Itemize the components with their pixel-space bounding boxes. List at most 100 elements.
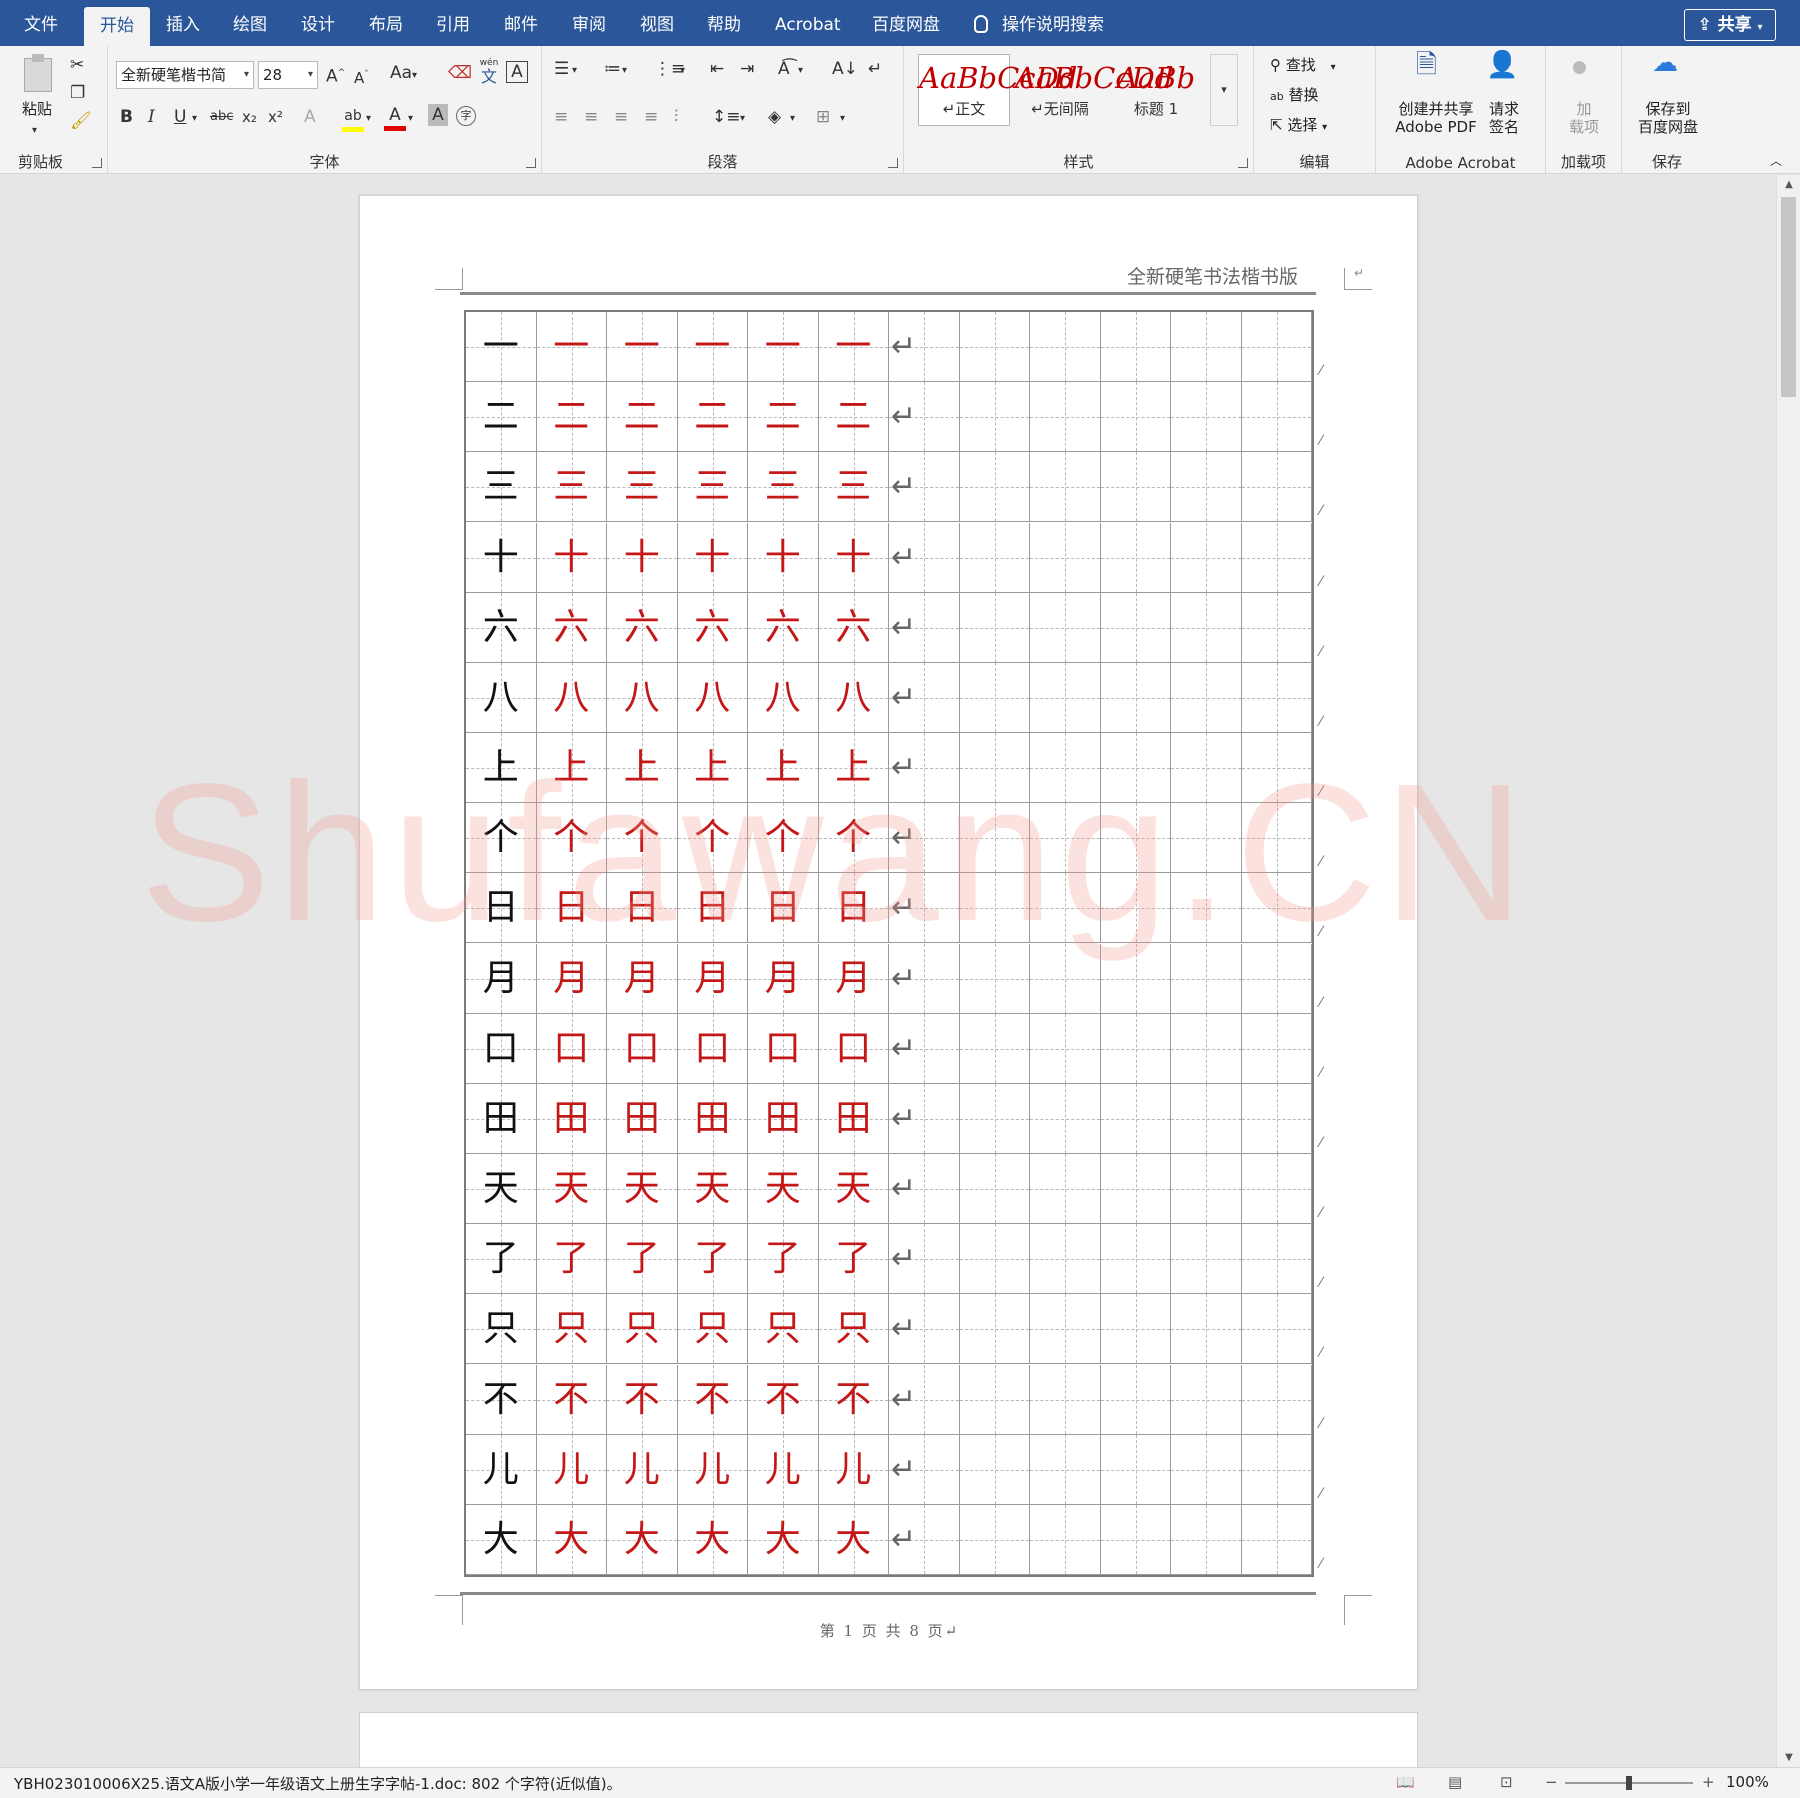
grid-cell[interactable] (1171, 1013, 1242, 1083)
tab-view[interactable]: 视图 (640, 0, 674, 46)
addins-button[interactable]: 加载项 (1564, 100, 1604, 136)
grid-cell[interactable] (1100, 312, 1171, 382)
grid-cell[interactable] (1241, 1083, 1312, 1153)
grid-cell[interactable] (1100, 452, 1171, 522)
grid-cell[interactable] (1100, 1364, 1171, 1434)
chevron-down-icon[interactable]: ▾ (192, 108, 197, 130)
grid-cell[interactable] (959, 943, 1030, 1013)
zoom-in-button[interactable]: + (1702, 1773, 1715, 1791)
superscript-button[interactable]: x² (268, 106, 283, 128)
grid-cell[interactable] (1030, 1364, 1101, 1434)
grid-cell[interactable]: 十 (748, 522, 819, 592)
grid-cell[interactable]: 大 (466, 1504, 537, 1574)
grid-cell[interactable]: 月 (748, 943, 819, 1013)
grid-cell[interactable]: 只 (818, 1294, 889, 1364)
page[interactable]: 全新硬笔书法楷书版 ↵ 一一一一一一 ↵ ⁄ 二二二二二二 ↵ ⁄ 三三三三三三 ↵ ⁄ 十十十十… (359, 195, 1418, 1690)
align-center-icon[interactable]: ≡ (584, 106, 598, 128)
grid-cell[interactable] (1171, 1504, 1242, 1574)
grid-cell[interactable]: 三 (748, 452, 819, 522)
grid-cell[interactable] (959, 382, 1030, 452)
grid-cell[interactable] (1171, 522, 1242, 592)
grid-cell[interactable]: 十 (677, 522, 748, 592)
grid-cell[interactable]: 月 (466, 943, 537, 1013)
change-case-button[interactable]: Aa▾ (390, 62, 417, 87)
italic-button[interactable]: I (148, 106, 155, 128)
grid-cell[interactable]: 只 (607, 1294, 678, 1364)
grid-cell[interactable]: 个 (607, 803, 678, 873)
grid-cell[interactable]: 十 (466, 522, 537, 592)
justify-icon[interactable]: ≡ (644, 106, 658, 128)
grid-cell[interactable] (1030, 522, 1101, 592)
grid-cell[interactable]: 不 (466, 1364, 537, 1434)
phonetic-guide-button[interactable]: wén 文 (476, 56, 502, 85)
grid-cell[interactable] (1100, 943, 1171, 1013)
grid-cell[interactable] (1171, 803, 1242, 873)
grid-cell[interactable] (959, 1224, 1030, 1294)
replace-button[interactable]: ab 替换 (1270, 86, 1319, 106)
grid-cell[interactable]: 只 (536, 1294, 607, 1364)
grid-cell[interactable] (1100, 1013, 1171, 1083)
grid-cell[interactable] (1100, 803, 1171, 873)
grid-cell[interactable]: 儿 (748, 1434, 819, 1504)
status-text[interactable]: YBH023010006X25.语文A版小学一年级语文上册生字字帖-1.doc:… (14, 1773, 622, 1794)
grid-cell[interactable]: 天 (536, 1154, 607, 1224)
font-color-button[interactable]: A (384, 104, 406, 131)
grid-cell[interactable]: 月 (607, 943, 678, 1013)
grid-cell[interactable] (1030, 873, 1101, 943)
grid-cell[interactable]: 上 (536, 733, 607, 803)
grid-cell[interactable]: 八 (818, 662, 889, 732)
request-signature-button[interactable]: 请求 签名 (1486, 100, 1522, 136)
grid-cell[interactable] (1030, 803, 1101, 873)
line-spacing-icon[interactable]: ↕≡ (712, 106, 741, 128)
grid-cell[interactable]: 口 (536, 1013, 607, 1083)
grid-cell[interactable]: 六 (677, 592, 748, 662)
grid-cell[interactable] (959, 1013, 1030, 1083)
tab-layout[interactable]: 布局 (369, 0, 403, 46)
distributed-icon[interactable]: ⫶ (674, 106, 678, 128)
grid-cell[interactable] (959, 1504, 1030, 1574)
grid-cell[interactable]: 三 (536, 452, 607, 522)
grid-cell[interactable] (1100, 873, 1171, 943)
highlight-color-button[interactable]: ab (342, 104, 364, 132)
grid-cell[interactable]: 个 (466, 803, 537, 873)
grow-font-icon[interactable]: A^ (326, 62, 345, 88)
tab-review[interactable]: 审阅 (572, 0, 606, 46)
styles-more-icon[interactable]: ▾ (1210, 54, 1238, 126)
borders-icon[interactable]: ⊞ (816, 106, 830, 128)
grid-cell[interactable]: 八 (607, 662, 678, 732)
grid-cell[interactable]: 二 (818, 382, 889, 452)
grid-cell[interactable]: 大 (677, 1504, 748, 1574)
scroll-up-icon[interactable]: ▲ (1777, 179, 1800, 190)
grid-cell[interactable]: 天 (818, 1154, 889, 1224)
paragraph-launcher-icon[interactable] (888, 158, 898, 168)
grid-cell[interactable]: 口 (748, 1013, 819, 1083)
scroll-down-icon[interactable]: ▼ (1777, 1752, 1800, 1763)
grid-cell[interactable] (1241, 1434, 1312, 1504)
grid-cell[interactable]: 大 (536, 1504, 607, 1574)
baidu-cloud-icon[interactable]: ☁ (1652, 50, 1678, 76)
create-pdf-button[interactable]: 创建并共享 Adobe PDF (1390, 100, 1482, 136)
style-no-spacing[interactable]: AaBbCcDd ↵无间隔 (1014, 54, 1173, 126)
style-heading-1[interactable]: AaBb 标题 1 (1110, 54, 1202, 126)
grid-cell[interactable] (1241, 1504, 1312, 1574)
grid-cell[interactable]: 六 (466, 592, 537, 662)
save-to-baidu-button[interactable]: 保存到 百度网盘 (1628, 100, 1708, 136)
grid-cell[interactable] (1100, 382, 1171, 452)
grid-cell[interactable]: 个 (748, 803, 819, 873)
increase-indent-icon[interactable]: ⇥ (740, 58, 754, 80)
grid-cell[interactable] (1171, 1294, 1242, 1364)
grid-cell[interactable]: 只 (748, 1294, 819, 1364)
grid-cell[interactable]: 天 (677, 1154, 748, 1224)
grid-cell[interactable]: 二 (748, 382, 819, 452)
grid-cell[interactable]: 六 (818, 592, 889, 662)
grid-cell[interactable] (1241, 803, 1312, 873)
grid-cell[interactable] (1030, 662, 1101, 732)
chevron-down-icon[interactable]: ▾ (840, 108, 845, 130)
find-button[interactable]: ⚲ 查找 ▾ (1270, 56, 1336, 77)
grid-cell[interactable]: 上 (748, 733, 819, 803)
align-left-icon[interactable]: ≡ (554, 106, 568, 128)
paste-dropdown-icon[interactable]: ▾ (32, 120, 37, 142)
grid-cell[interactable] (959, 1083, 1030, 1153)
grid-cell[interactable] (1100, 662, 1171, 732)
grid-cell[interactable]: 二 (466, 382, 537, 452)
